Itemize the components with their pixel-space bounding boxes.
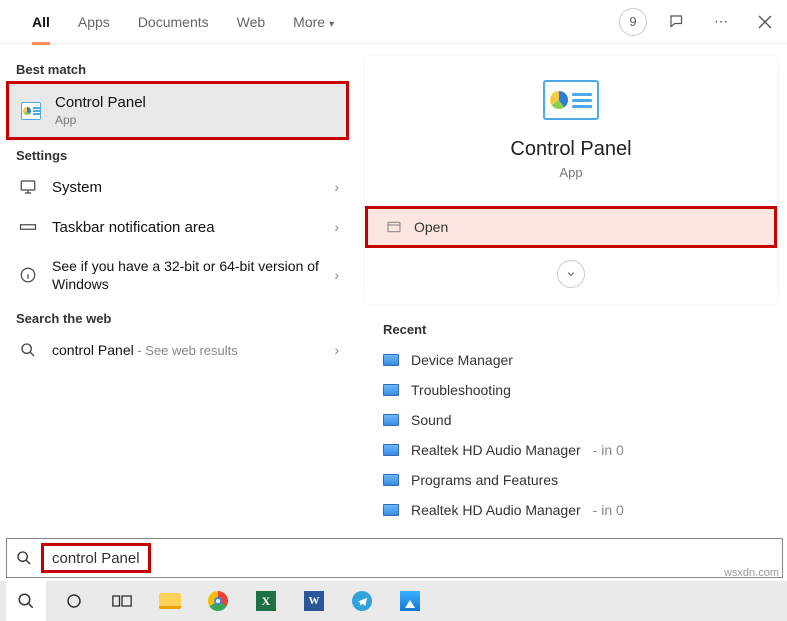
control-panel-icon	[21, 101, 41, 121]
chevron-down-icon: ▾	[329, 19, 334, 30]
taskbar-search-button[interactable]	[6, 581, 46, 621]
preview-title: Control Panel	[365, 138, 777, 161]
chevron-right-icon: ›	[334, 179, 339, 195]
taskbar-telegram-icon[interactable]	[342, 581, 382, 621]
recent-item[interactable]: Sound	[365, 405, 777, 435]
results-left-pane: Best match Control Panel App Settings Sy…	[0, 44, 355, 534]
preview-pane: Control Panel App Open Recent Device Man…	[355, 44, 787, 534]
feedback-icon[interactable]	[659, 4, 695, 40]
recent-item[interactable]: Realtek HD Audio Manager - in 0	[365, 435, 777, 465]
account-badge[interactable]: 9	[615, 4, 651, 40]
search-icon	[7, 550, 41, 566]
taskbar-icon	[18, 217, 38, 237]
section-recent: Recent	[365, 304, 777, 345]
result-control-panel[interactable]: Control Panel App	[6, 81, 349, 140]
more-options-icon[interactable]: ⋯	[703, 4, 739, 40]
result-taskbar-notif[interactable]: Taskbar notification area ›	[6, 207, 349, 247]
preview-card: Control Panel App Open	[365, 56, 777, 304]
open-icon	[386, 219, 402, 235]
taskbar-cortana-icon[interactable]	[54, 581, 94, 621]
result-web-search[interactable]: control Panel - See web results ›	[6, 330, 349, 370]
chevron-right-icon: ›	[334, 267, 339, 283]
tab-apps[interactable]: Apps	[64, 0, 124, 44]
chevron-right-icon: ›	[334, 342, 339, 358]
expand-actions-button[interactable]	[557, 260, 585, 288]
chevron-right-icon: ›	[334, 219, 339, 235]
recent-item[interactable]: Realtek HD Audio Manager - in 0	[365, 495, 777, 525]
recent-item[interactable]: Troubleshooting	[365, 375, 777, 405]
search-bar[interactable]: control Panel	[6, 538, 783, 578]
settings-mini-icon	[383, 384, 399, 396]
recent-item[interactable]: Programs and Features	[365, 465, 777, 495]
tab-more[interactable]: More▾	[279, 0, 348, 44]
tab-web[interactable]: Web	[223, 0, 280, 44]
search-icon	[18, 340, 38, 360]
taskbar-excel-icon[interactable]: X	[246, 581, 286, 621]
taskbar: X W	[0, 581, 787, 621]
settings-mini-icon	[383, 504, 399, 516]
result-title: Control Panel	[55, 94, 336, 111]
result-system[interactable]: System ›	[6, 167, 349, 207]
info-icon	[18, 265, 38, 285]
search-input[interactable]: control Panel	[41, 543, 151, 573]
control-panel-icon	[543, 80, 599, 120]
monitor-icon	[18, 177, 38, 197]
search-tabs: All Apps Documents Web More▾ 9 ⋯	[0, 0, 787, 44]
section-search-web: Search the web	[6, 303, 349, 330]
taskbar-photos-icon[interactable]	[390, 581, 430, 621]
taskbar-word-icon[interactable]: W	[294, 581, 334, 621]
settings-mini-icon	[383, 414, 399, 426]
taskbar-taskview-icon[interactable]	[102, 581, 142, 621]
result-subtitle: App	[55, 113, 336, 127]
recent-item[interactable]: Device Manager	[365, 345, 777, 375]
tab-all[interactable]: All	[18, 0, 64, 44]
open-button[interactable]: Open	[365, 206, 777, 248]
section-settings: Settings	[6, 140, 349, 167]
settings-mini-icon	[383, 444, 399, 456]
section-best-match: Best match	[6, 54, 349, 81]
settings-mini-icon	[383, 354, 399, 366]
close-icon[interactable]	[747, 4, 783, 40]
preview-subtitle: App	[365, 165, 777, 180]
tab-documents[interactable]: Documents	[124, 0, 223, 44]
taskbar-explorer-icon[interactable]	[150, 581, 190, 621]
taskbar-chrome-icon[interactable]	[198, 581, 238, 621]
result-bit-check[interactable]: See if you have a 32-bit or 64-bit versi…	[6, 247, 349, 303]
settings-mini-icon	[383, 474, 399, 486]
watermark: wsxdn.com	[724, 567, 779, 579]
